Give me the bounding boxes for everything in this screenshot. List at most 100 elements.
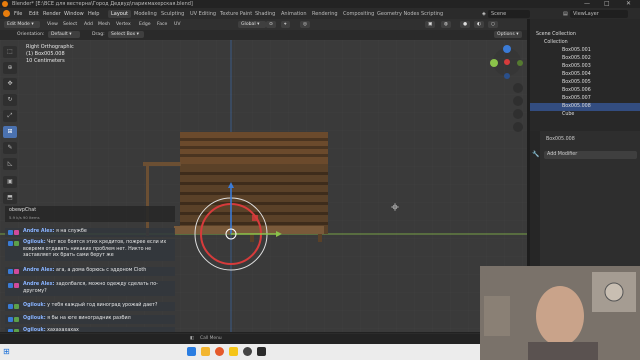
- overlay-icon[interactable]: ◍: [441, 21, 452, 28]
- annotate-tool-icon[interactable]: ✎: [3, 142, 17, 154]
- pivot-icon[interactable]: ⊙: [266, 21, 276, 28]
- drag-label: Drag:: [92, 32, 105, 37]
- move-tool-icon[interactable]: ✥: [3, 78, 17, 90]
- camera-view-icon[interactable]: [513, 109, 523, 119]
- status-bar: ◧ Call Menu: [0, 334, 527, 344]
- outliner-scene-collection[interactable]: Scene Collection: [530, 31, 640, 39]
- modifier-wrench-icon[interactable]: 🔧: [532, 151, 539, 158]
- extrude-tool-icon[interactable]: ⬒: [3, 192, 17, 204]
- file-explorer-icon[interactable]: [201, 347, 210, 356]
- app-dark-icon[interactable]: [257, 347, 266, 356]
- outliner-item[interactable]: Box005.002: [530, 55, 640, 63]
- proportional-edit-icon[interactable]: ◎: [300, 21, 311, 28]
- nav-x-axis[interactable]: [504, 59, 510, 65]
- shading-material-icon[interactable]: ◐: [474, 21, 485, 28]
- outliner-item[interactable]: Box005.005: [530, 79, 640, 87]
- tab-modeling[interactable]: Modeling: [131, 10, 160, 18]
- status-hint: Call Menu: [200, 336, 222, 341]
- chat-message: Andre Alex: я на службе: [5, 228, 175, 237]
- tab-compositing[interactable]: Compositing: [340, 10, 377, 18]
- menu-add[interactable]: Add: [84, 22, 93, 27]
- outliner-item[interactable]: Cube: [530, 111, 640, 119]
- maximize-button[interactable]: □: [604, 0, 610, 7]
- outliner-item-selected[interactable]: Box005.008: [530, 103, 640, 111]
- menu-edit[interactable]: Edit: [29, 11, 39, 17]
- tab-layout[interactable]: Layout: [108, 10, 131, 18]
- menu-file[interactable]: File: [14, 11, 22, 17]
- pan-hand-icon[interactable]: [513, 96, 523, 106]
- outliner-item-label: Cube: [562, 112, 575, 117]
- webcam-feed: [480, 266, 640, 360]
- view-layer-icon: ▤: [563, 11, 568, 17]
- chat-title: obewpChat: [9, 208, 37, 213]
- add-modifier-button[interactable]: Add Modifier: [544, 151, 637, 159]
- mode-dropdown[interactable]: Edit Mode ▾: [4, 21, 40, 28]
- outliner-item[interactable]: Box005.004: [530, 71, 640, 79]
- drag-dropdown[interactable]: Select Box ▾: [108, 31, 144, 38]
- snap-icon[interactable]: ⌖: [281, 21, 290, 28]
- tab-scripting[interactable]: Scripting: [418, 10, 446, 18]
- user-avatar: [14, 304, 19, 309]
- menu-edge[interactable]: Edge: [139, 22, 151, 27]
- transform-orientation-dropdown[interactable]: Global ▾: [238, 21, 266, 28]
- menu-face[interactable]: Face: [157, 22, 167, 27]
- minimize-button[interactable]: —: [584, 0, 590, 7]
- tab-animation[interactable]: Animation: [278, 10, 310, 18]
- perspective-toggle-icon[interactable]: [513, 122, 523, 132]
- outliner-collection[interactable]: Collection: [530, 39, 640, 47]
- yandex-browser-icon[interactable]: [215, 347, 224, 356]
- tab-geometry-nodes[interactable]: Geometry Nodes: [374, 10, 422, 18]
- menu-mesh[interactable]: Mesh: [98, 22, 110, 27]
- obs-icon[interactable]: [243, 347, 252, 356]
- orientation-label: Orientation:: [17, 32, 45, 37]
- outliner-item-label: Box005.008: [562, 104, 591, 109]
- menu-uv[interactable]: UV: [174, 22, 181, 27]
- tab-uv-editing[interactable]: UV Editing: [187, 10, 219, 18]
- outliner-item[interactable]: Box005.003: [530, 63, 640, 71]
- measure-tool-icon[interactable]: ◺: [3, 158, 17, 170]
- close-button[interactable]: ✕: [626, 0, 631, 7]
- shading-rendered-icon[interactable]: ○: [488, 21, 499, 28]
- gizmo-plane-handle[interactable]: [252, 215, 258, 221]
- menu-view[interactable]: View: [47, 22, 58, 27]
- app-y-icon[interactable]: [229, 347, 238, 356]
- menu-window[interactable]: Window: [64, 11, 84, 17]
- outliner-item[interactable]: Box005.006: [530, 87, 640, 95]
- transform-tool-icon[interactable]: ⊞: [3, 126, 17, 138]
- chat-message: Ogilouk: у тебя каждый год виноград урож…: [5, 302, 175, 311]
- tab-shading[interactable]: Shading: [252, 10, 278, 18]
- view-name: Right Orthographic: [26, 44, 74, 50]
- menu-help[interactable]: Help: [88, 11, 99, 17]
- select-box-icon[interactable]: ⬚: [3, 46, 17, 58]
- outliner-item-label: Box005.007: [562, 96, 591, 101]
- outliner-item-label: Box005.006: [562, 88, 591, 93]
- start-menu-icon[interactable]: ⊞: [3, 347, 10, 356]
- shading-solid-icon[interactable]: ●: [460, 21, 471, 28]
- outliner-item[interactable]: Box005.007: [530, 95, 640, 103]
- blender-logo-icon: [2, 1, 8, 7]
- orientation-dropdown[interactable]: Default ▾: [48, 31, 80, 38]
- scale-tool-icon[interactable]: ⤢: [3, 110, 17, 122]
- view-layer-selector[interactable]: ViewLayer: [570, 10, 628, 18]
- xray-icon[interactable]: ▣: [425, 21, 436, 28]
- zoom-icon[interactable]: [513, 83, 523, 93]
- scene-selector[interactable]: Scene: [488, 10, 530, 18]
- menu-vertex[interactable]: Vertex: [116, 22, 131, 27]
- tab-sculpting[interactable]: Sculpting: [158, 10, 187, 18]
- tab-rendering[interactable]: Rendering: [309, 10, 341, 18]
- tab-texture-paint[interactable]: Texture Paint: [217, 10, 255, 18]
- options-dropdown[interactable]: Options ▾: [494, 31, 522, 38]
- cursor-tool-icon[interactable]: ⊕: [3, 62, 17, 74]
- rotate-tool-icon[interactable]: ↻: [3, 94, 17, 106]
- outliner-item[interactable]: Box005.001: [530, 47, 640, 55]
- nav-z-axis[interactable]: [503, 45, 511, 53]
- add-cube-icon[interactable]: ▣: [3, 176, 17, 188]
- edge-browser-icon[interactable]: [187, 347, 196, 356]
- menu-render[interactable]: Render: [43, 11, 61, 17]
- nav-y-axis[interactable]: [490, 59, 498, 67]
- menu-select[interactable]: Select: [63, 22, 77, 27]
- window-title: Blender* [E:\ВСЕ для вестерна\Город Дедв…: [12, 1, 193, 7]
- porch-deck: [174, 226, 324, 234]
- blender-menu-icon[interactable]: [3, 10, 10, 17]
- drag-value: Select Box: [111, 32, 136, 37]
